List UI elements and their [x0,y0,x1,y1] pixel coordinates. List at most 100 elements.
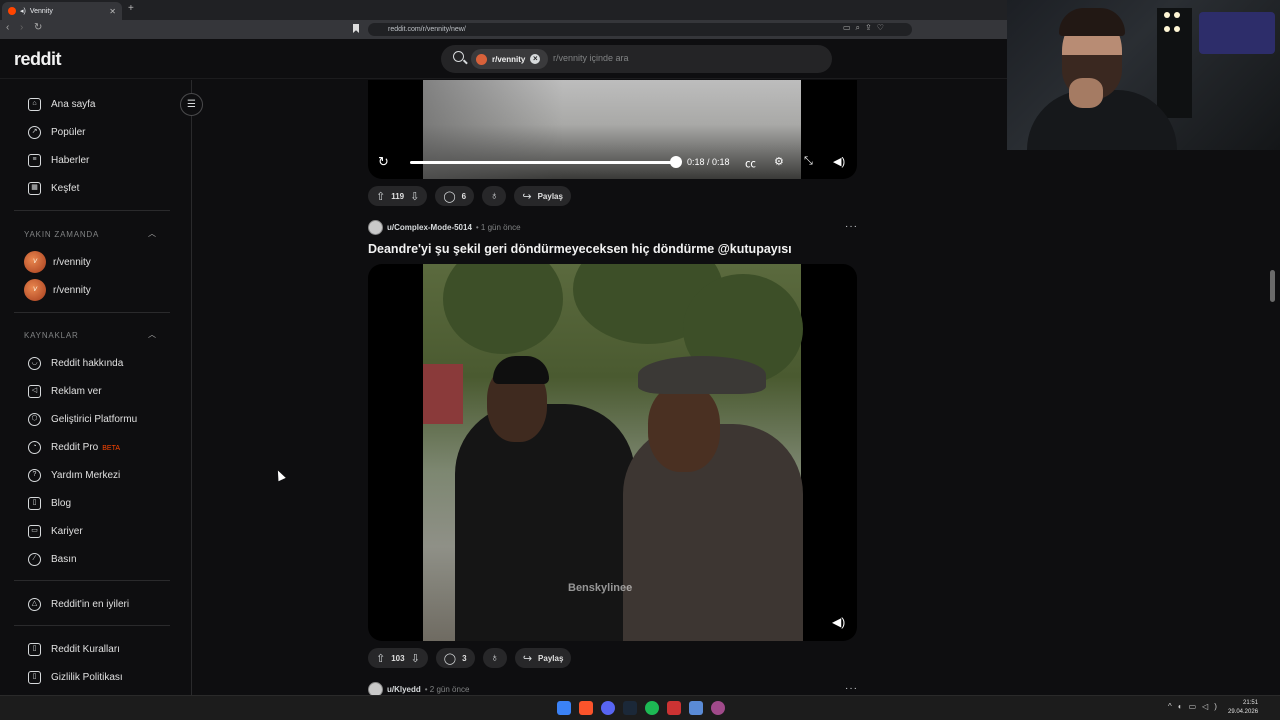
steam-icon[interactable] [623,701,637,715]
recent-community-item[interactable]: V r/vennity [24,279,91,301]
sidebar-item-advertise[interactable]: ◁ Reklam ver [28,382,102,400]
reddit-alien-icon: ◡ [28,356,41,370]
vote-count: 103 [391,653,405,663]
back-icon[interactable]: ‹ [6,22,9,33]
brave-browser-icon[interactable] [579,701,593,715]
comments-button[interactable]: ◯ 6 [435,186,475,206]
recent-section-header[interactable]: YAKIN ZAMANDA [24,230,99,239]
popular-icon: ↗ [28,125,41,139]
video-progress-bar[interactable] [410,161,676,164]
page-scrollbar[interactable] [1270,270,1275,302]
community-avatar-icon [476,53,487,65]
taskbar-clock[interactable]: 21:51 29.04.2026 [1228,699,1258,717]
mouse-cursor [274,468,286,482]
post-author[interactable]: u/Complex-Mode-5014 [387,223,472,232]
post-meta: u/Complex-Mode-5014 • 1 gün önce [368,219,521,235]
sidebar-item-news[interactable]: ≡ Haberler [28,151,89,169]
comments-button[interactable]: ◯ 3 [435,648,475,668]
start-icon[interactable] [557,701,571,715]
sidebar-item-explore[interactable]: ▦ Keşfet [28,179,79,197]
divider [14,580,170,581]
sidebar-item-press[interactable]: ∕ Basın [28,550,77,568]
sidebar-item-popular[interactable]: ↗ Popüler [28,123,85,141]
settings-icon[interactable]: ⚙ [774,155,784,168]
award-button[interactable]: ♁ [482,186,507,206]
collapse-sidebar-button[interactable]: ☰ [180,93,203,116]
clear-chip-icon[interactable]: × [530,54,541,64]
rules-book-icon: ▯ [28,642,41,656]
clock-time: 21:51 [1243,700,1259,706]
help-icon: ? [28,468,41,482]
spotify-icon[interactable] [645,701,659,715]
sidebar-item-label: Blog [51,497,72,509]
post-video-player[interactable]: ↻ 0:18 / 0:18 ㏄ ⚙ ⤡ ◀) [368,80,857,179]
sidebar-item-label: Haberler [51,154,90,166]
sidebar-item-rules[interactable]: ▯ Reddit Kuralları [28,640,120,658]
privacy-book-icon: ▯ [28,670,41,684]
sidebar-item-about-reddit[interactable]: ◡ Reddit hakkında [28,354,123,372]
clock-date: 29.04.2026 [1228,709,1259,715]
more-options-icon[interactable]: ··· [845,683,858,694]
upvote-icon[interactable]: ⇧ [376,190,385,203]
volume-icon[interactable]: ◀) [832,615,845,629]
post-time: • 2 gün önce [424,684,470,694]
obs-icon[interactable] [711,701,725,715]
app-icon[interactable] [689,701,703,715]
sidebar-item-label: Ana sayfa [51,98,96,110]
tab-title: Vennity [29,7,53,15]
replay-icon[interactable]: ↻ [378,154,389,170]
post-actions: ⇧ 103 ⇩ ◯ 3 ♁ ↪ Paylaş [368,648,572,668]
address-bar-actions-icon[interactable]: ▭⌕⇪♡ [843,23,889,33]
search-bar[interactable]: r/vennity × r/vennity içinde ara [441,45,832,73]
close-tab-icon[interactable]: ✕ [109,7,116,16]
resources-section-header[interactable]: KAYNAKLAR [24,331,79,340]
sidebar-item-reddit-pro[interactable]: ◔ Reddit Pro BETA [28,438,120,456]
forward-icon[interactable]: › [20,22,23,33]
reload-icon[interactable]: ↻ [34,22,42,33]
video-time: 0:18 / 0:18 [687,157,730,167]
volume-icon[interactable]: ◀) [833,155,845,168]
vote-pill: ⇧ 119 ⇩ [368,186,428,206]
video-scrubber-handle[interactable] [670,156,682,168]
discord-icon[interactable] [601,701,615,715]
sidebar-item-blog[interactable]: ▯ Blog [28,494,71,512]
browser-tab[interactable]: ◂) Vennity ✕ [2,2,122,20]
recent-community-item[interactable]: V r/vennity [24,251,91,273]
bookmark-icon[interactable] [353,24,359,33]
briefcase-icon: ▭ [28,524,41,538]
upvote-icon[interactable]: ⇧ [376,652,385,665]
chip-label: r/vennity [492,54,526,64]
chevron-up-icon[interactable]: ︿ [148,228,156,239]
share-button[interactable]: ↪ Paylaş [514,648,572,668]
new-tab-button[interactable]: + [128,3,134,14]
sidebar-item-developer-platform[interactable]: ⬡ Geliştirici Platformu [28,410,137,428]
share-button[interactable]: ↪ Paylaş [514,186,571,206]
downvote-icon[interactable]: ⇩ [410,190,419,203]
webcam-overlay [1007,0,1280,150]
sidebar-item-best-of[interactable]: △ Reddit'in en iyileri [28,595,129,613]
sidebar-item-careers[interactable]: ▭ Kariyer [28,522,83,540]
downvote-icon[interactable]: ⇩ [411,652,420,665]
fullscreen-icon[interactable]: ⤡ [804,155,813,168]
avatar[interactable] [368,219,383,235]
divider [14,210,170,211]
sidebar-item-help-center[interactable]: ? Yardım Merkezi [28,466,120,484]
explore-icon: ▦ [28,181,41,195]
post-actions: ⇧ 119 ⇩ ◯ 6 ♁ ↪ Paylaş [368,186,571,206]
app-icon[interactable] [667,701,681,715]
system-tray-icons[interactable]: ^◐▭◁) [1168,702,1223,711]
post-title[interactable]: Deandre'yi şu şekil geri döndürmeyecekse… [368,242,792,256]
reddit-logo[interactable]: reddit [14,49,62,70]
address-bar[interactable]: reddit.com/r/vennity/new/ [368,23,912,36]
share-icon: ↪ [522,652,533,665]
award-button[interactable]: ♁ [482,648,507,668]
sidebar-item-home[interactable]: ⌂ Ana sayfa [28,95,95,113]
chevron-up-icon[interactable]: ︿ [148,329,156,340]
captions-icon[interactable]: ㏄ [745,155,756,171]
sidebar-item-privacy[interactable]: ▯ Gizlilik Politikası [28,668,123,686]
search-input[interactable]: r/vennity içinde ara [553,53,629,63]
post-video-player[interactable]: Benskylinee ◀) [368,264,857,641]
community-search-chip[interactable]: r/vennity × [471,49,549,69]
more-options-icon[interactable]: ··· [845,221,858,232]
post-author[interactable]: u/Klyedd [387,685,421,694]
